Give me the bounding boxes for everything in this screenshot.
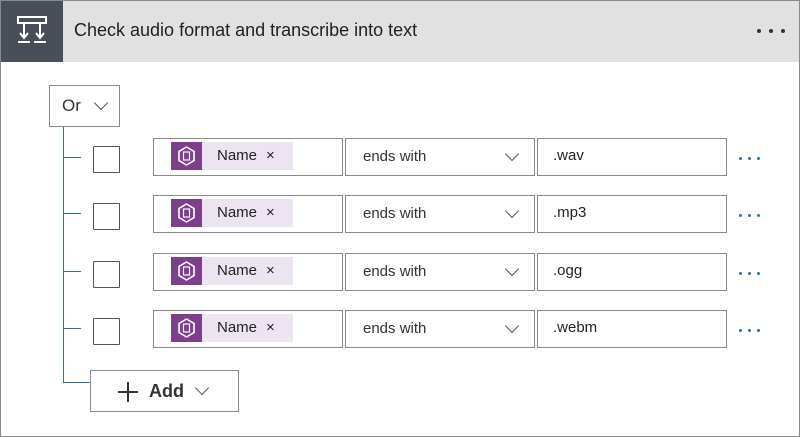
chevron-down-icon	[504, 203, 520, 219]
left-operand-field[interactable]: Name ×	[153, 195, 343, 233]
operator-label: ends with	[363, 263, 427, 280]
group-operator-label: Or	[62, 96, 81, 115]
token-label: Name	[217, 204, 258, 221]
group-operator-dropdown[interactable]: Or	[49, 85, 120, 127]
add-button[interactable]: Add	[90, 370, 239, 412]
dynamic-content-icon	[171, 314, 202, 342]
left-operand-field[interactable]: Name ×	[153, 253, 343, 291]
left-operand-field[interactable]: Name ×	[153, 310, 343, 348]
row-checkbox[interactable]	[93, 203, 120, 230]
row-checkbox[interactable]	[93, 146, 120, 173]
operator-dropdown[interactable]: ends with	[345, 195, 535, 233]
chevron-down-icon	[93, 95, 109, 111]
left-operand-field[interactable]: Name ×	[153, 138, 343, 176]
operator-dropdown[interactable]: ends with	[345, 310, 535, 348]
dynamic-token[interactable]: Name ×	[171, 142, 293, 170]
value-text: .wav	[553, 147, 584, 164]
value-text: .mp3	[553, 204, 587, 221]
row-more-options-icon[interactable]	[737, 320, 763, 340]
tree-branch	[63, 328, 81, 329]
value-input[interactable]: .wav	[537, 138, 727, 176]
operator-dropdown[interactable]: ends with	[345, 138, 535, 176]
operator-label: ends with	[363, 320, 427, 337]
dynamic-token[interactable]: Name ×	[171, 199, 293, 227]
remove-token-icon[interactable]: ×	[266, 319, 275, 336]
row-more-options-icon[interactable]	[737, 263, 763, 283]
token-label: Name	[217, 319, 258, 336]
tree-connector	[63, 127, 64, 383]
dynamic-token[interactable]: Name ×	[171, 257, 293, 285]
dynamic-token[interactable]: Name ×	[171, 314, 293, 342]
dynamic-content-icon	[171, 142, 202, 170]
tree-branch	[63, 382, 91, 383]
tree-branch	[63, 213, 81, 214]
row-more-options-icon[interactable]	[737, 205, 763, 225]
more-options-icon[interactable]	[753, 17, 789, 45]
remove-token-icon[interactable]: ×	[266, 204, 275, 221]
dynamic-content-icon	[171, 199, 202, 227]
operator-label: ends with	[363, 148, 427, 165]
value-text: .webm	[553, 319, 598, 336]
value-input[interactable]: .mp3	[537, 195, 727, 233]
remove-token-icon[interactable]: ×	[266, 262, 275, 279]
card-header[interactable]: Check audio format and transcribe into t…	[1, 1, 799, 62]
condition-card: Check audio format and transcribe into t…	[0, 0, 800, 437]
chevron-down-icon	[504, 318, 520, 334]
token-label: Name	[217, 262, 258, 279]
row-checkbox[interactable]	[93, 261, 120, 288]
value-input[interactable]: .ogg	[537, 253, 727, 291]
operator-label: ends with	[363, 205, 427, 222]
row-more-options-icon[interactable]	[737, 148, 763, 168]
add-button-label: Add	[149, 381, 184, 401]
chevron-down-icon	[504, 261, 520, 277]
condition-icon	[1, 1, 63, 62]
tree-branch	[63, 157, 81, 158]
chevron-down-icon	[504, 146, 520, 162]
value-text: .ogg	[553, 262, 583, 279]
remove-token-icon[interactable]: ×	[266, 147, 275, 164]
tree-branch	[63, 271, 81, 272]
card-title: Check audio format and transcribe into t…	[74, 20, 418, 40]
value-input[interactable]: .webm	[537, 310, 727, 348]
chevron-down-icon	[194, 380, 210, 396]
token-label: Name	[217, 147, 258, 164]
row-checkbox[interactable]	[93, 318, 120, 345]
plus-icon-vertical	[127, 382, 129, 402]
operator-dropdown[interactable]: ends with	[345, 253, 535, 291]
dynamic-content-icon	[171, 257, 202, 285]
